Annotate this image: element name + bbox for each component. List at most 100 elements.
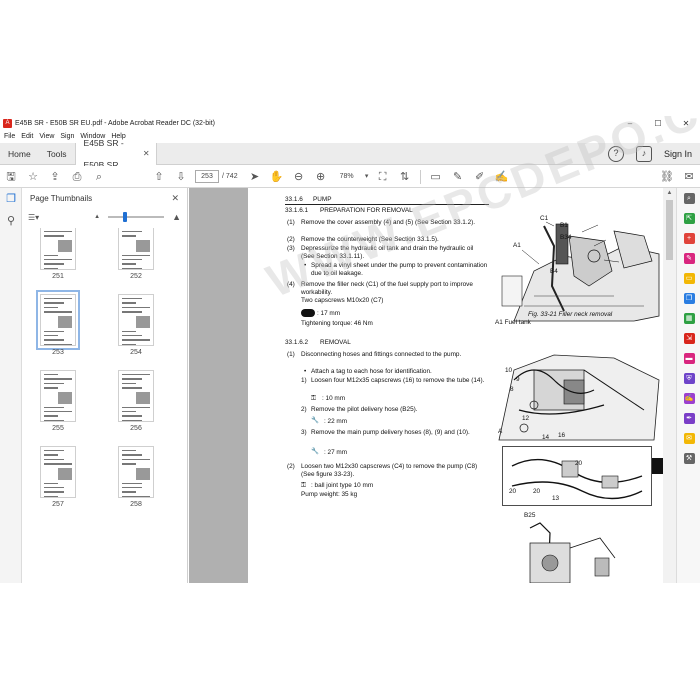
hand-tool-icon[interactable]: ✋ (266, 168, 288, 186)
create-pdf-icon[interactable]: + (677, 228, 700, 248)
thumbnail-figure (136, 239, 150, 252)
close-tab-icon[interactable]: ✕ (143, 143, 150, 165)
thumbnail-page-number: 256 (130, 425, 142, 432)
menu-file[interactable]: File (4, 133, 15, 140)
fill-sign-tool-icon[interactable]: ✍ (677, 388, 700, 408)
thumbnail-text-line (44, 339, 65, 341)
previous-page-icon[interactable]: ⇧ (148, 168, 170, 186)
thumbnail-text-line (122, 406, 150, 408)
thumbnail-text-line (44, 463, 72, 465)
thumbnail-options-icon[interactable]: ☰▾ (28, 213, 39, 222)
thumbnail-size-slider[interactable] (108, 212, 165, 222)
fig-label-13: 13 (552, 495, 560, 502)
slider-knob[interactable] (123, 212, 128, 222)
page-thumbnail[interactable] (118, 228, 154, 270)
fig-label-a1: A1 (513, 242, 521, 249)
scroll-mode-icon[interactable]: ⇅ (394, 168, 416, 186)
page-thumbnail[interactable] (118, 446, 154, 498)
more-tools-icon[interactable]: ⚒ (677, 448, 700, 468)
page-thumbnail[interactable] (36, 290, 80, 350)
fig-label-20c: 20 (533, 488, 541, 495)
send-track-icon[interactable]: ✉ (677, 428, 700, 448)
edit-pdf-icon[interactable]: ✎ (677, 248, 700, 268)
comment-tool-icon[interactable]: ▭ (677, 268, 700, 288)
thumbnail-text-line (122, 334, 143, 337)
document-viewport[interactable]: C1 B1 B34 A1 B4 Fig. 33-21 Filler neck r… (189, 116, 700, 583)
page-thumbnail[interactable] (118, 294, 154, 346)
thumbnail-text-line (44, 230, 72, 233)
thumbnail-text-line (122, 298, 143, 300)
thumbnail-text-line (122, 454, 143, 456)
thumbnail-text-line (122, 306, 150, 309)
page-thumbnail[interactable] (40, 446, 76, 498)
filler-neck-figure (494, 216, 664, 326)
thumbnail-text-line (122, 415, 143, 417)
print-icon[interactable]: ⎙ (66, 168, 88, 186)
fig-label-12: 12 (522, 415, 530, 422)
email-icon[interactable]: ✉ (678, 168, 700, 186)
fig-label-b34: B34 (560, 234, 572, 241)
menu-sign[interactable]: Sign (60, 133, 74, 140)
page-thumbnail[interactable] (40, 228, 76, 270)
fig-label-14: 14 (542, 434, 550, 441)
zoom-out-icon[interactable]: ⊖ (288, 168, 310, 186)
bookmark-star-icon[interactable]: ☆ (22, 168, 44, 186)
thumbnail-figure (58, 315, 72, 328)
fit-page-icon[interactable]: ⛶ (372, 168, 394, 186)
compress-pdf-icon[interactable]: ⇲ (677, 328, 700, 348)
document-scrollbar[interactable]: ▲ (663, 188, 676, 583)
thumbnail-page-number: 254 (130, 349, 142, 356)
pump-weight: Pump weight: 35 kg (301, 491, 358, 498)
thumbnail-figure (136, 391, 150, 404)
thumbnail-page-number: 257 (52, 501, 64, 508)
page-thumbnail[interactable] (118, 370, 154, 422)
thumbnail-text-line (44, 298, 72, 300)
next-page-icon[interactable]: ⇩ (170, 168, 192, 186)
protect-icon[interactable]: ⛨ (677, 368, 700, 388)
step-number: (2) (287, 463, 295, 470)
attachments-icon[interactable]: ⚲ (0, 210, 22, 232)
thumbnail-text-line (44, 410, 72, 413)
page-total: / 742 (222, 173, 238, 180)
page-thumbnail[interactable] (40, 370, 76, 422)
search-tool-icon[interactable]: ⌕ (677, 188, 700, 208)
send-for-signature-icon[interactable]: ✒ (677, 408, 700, 428)
menu-edit[interactable]: Edit (21, 133, 33, 140)
zoom-level[interactable]: 78% (332, 170, 362, 183)
select-cursor-icon[interactable]: ➤ (244, 168, 266, 186)
fig-label-c1: C1 (540, 215, 549, 222)
page-number-input[interactable]: 253 (195, 170, 219, 183)
scroll-up-icon[interactable]: ▲ (663, 190, 676, 196)
combine-files-icon[interactable]: ❐ (677, 288, 700, 308)
step-number: (1) (287, 351, 295, 358)
export-pdf-icon[interactable]: ⇱ (677, 208, 700, 228)
redact-icon[interactable]: ▬ (677, 348, 700, 368)
close-panel-icon[interactable]: ✕ (171, 193, 179, 204)
upload-icon[interactable]: ⇪ (44, 168, 66, 186)
tab-document[interactable]: E45B SR - E50B SR ... ✕ (74, 138, 157, 170)
page-thumbnails-icon[interactable]: ❐ (0, 188, 22, 210)
thumbnail-text-line (122, 267, 143, 269)
thumbnail-text-line (122, 450, 136, 452)
search-icon[interactable]: ⌕ (88, 168, 110, 186)
tool-size: : ball joint type 10 mm (311, 482, 374, 489)
menu-view[interactable]: View (39, 133, 54, 140)
tab-tools[interactable]: Tools (39, 143, 75, 165)
socket-wrench-icon (301, 309, 315, 317)
save-icon[interactable]: 🖫 (0, 168, 22, 186)
share-link-icon[interactable]: ⛓ (656, 168, 678, 186)
scroll-thumb[interactable] (666, 200, 673, 260)
fig-label-9: 9 (516, 376, 520, 383)
thumbnail-text-line (122, 382, 136, 385)
zoom-dropdown-icon[interactable]: ▾ (362, 168, 372, 186)
thumbnail-page-number: 253 (52, 349, 64, 356)
thumbnail-text-line (44, 495, 58, 497)
thumbnail-text-line (122, 235, 136, 237)
organize-pages-icon[interactable]: ▦ (677, 308, 700, 328)
substep-number: 1) (301, 377, 307, 384)
subsection-title: REMOVAL (320, 339, 351, 346)
subsection-number: 33.1.6.1 (285, 207, 309, 214)
tab-home[interactable]: Home (0, 143, 39, 165)
zoom-in-icon[interactable]: ⊕ (310, 168, 332, 186)
tool-size: : 17 mm (317, 310, 341, 317)
